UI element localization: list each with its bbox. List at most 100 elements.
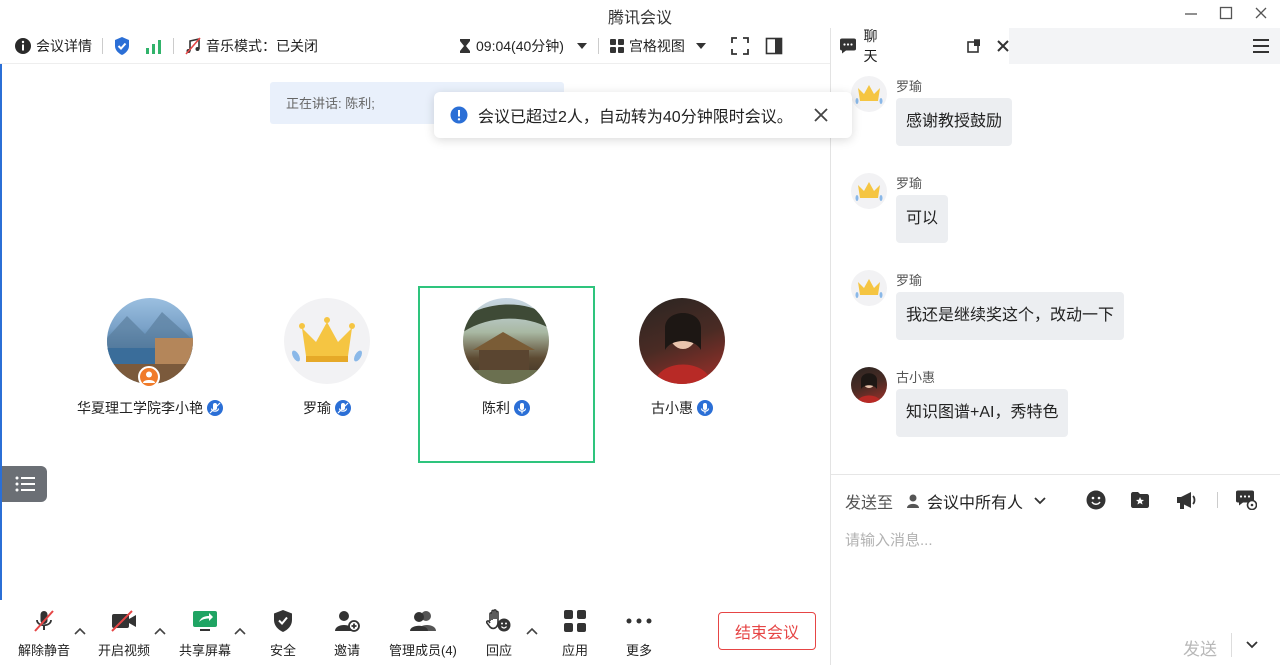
- unmute-button[interactable]: 解除静音: [18, 608, 70, 659]
- list-icon: [15, 476, 35, 492]
- announcement-button[interactable]: [1175, 489, 1197, 511]
- manage-members-button[interactable]: 管理成员(4): [389, 608, 457, 659]
- member-list-toggle[interactable]: [2, 466, 47, 502]
- toolbar-divider: [173, 37, 174, 54]
- fullscreen-button[interactable]: [731, 36, 749, 55]
- camera-off-icon: [111, 610, 136, 632]
- chat-message-input[interactable]: [845, 527, 1265, 553]
- crown-avatar-icon: [855, 279, 883, 298]
- chat-bubble-icon: [840, 38, 856, 54]
- security-shield-button[interactable]: [113, 36, 131, 56]
- shield-check-icon: [115, 36, 129, 55]
- active-speaker-frame: [418, 286, 595, 463]
- close-icon: [1255, 7, 1267, 19]
- emoji-button[interactable]: [1085, 489, 1107, 511]
- chevron-up-icon: [526, 627, 538, 635]
- file-button[interactable]: [1129, 489, 1151, 511]
- reactions-button[interactable]: 回应: [486, 608, 512, 659]
- timer-label: 09:04(40分钟): [476, 37, 564, 54]
- video-options-caret[interactable]: [154, 624, 166, 638]
- close-icon[interactable]: [813, 107, 829, 123]
- message-bubble: 知识图谱+AI，秀特色: [896, 389, 1069, 437]
- folder-star-icon: [1131, 492, 1149, 508]
- message-bubble: 我还是继续奖这个，改动一下: [896, 292, 1125, 340]
- participant-name-row: 华夏理工学院李小艳: [62, 398, 238, 418]
- portrait-photo-icon: [655, 313, 711, 384]
- raise-hand-icon: [486, 609, 511, 632]
- end-meeting-button[interactable]: 结束会议: [718, 612, 816, 650]
- shield-icon: [274, 610, 292, 632]
- participant-tile[interactable]: 古小惠: [594, 298, 770, 474]
- apps-grid-icon: [564, 610, 586, 632]
- host-badge: [138, 366, 160, 388]
- minimize-icon: [1185, 13, 1197, 15]
- start-video-label: 开启视频: [98, 643, 151, 658]
- sender-avatar: [851, 270, 887, 306]
- reactions-options-caret[interactable]: [526, 624, 538, 638]
- host-person-icon: [143, 371, 155, 383]
- participant-tile[interactable]: 华夏理工学院李小艳: [62, 298, 238, 474]
- invite-label: 邀请: [334, 643, 361, 658]
- chat-settings-button[interactable]: [1235, 489, 1257, 511]
- crown-avatar-icon: [855, 85, 883, 104]
- side-panel-icon: [765, 37, 783, 54]
- meeting-timer[interactable]: 09:04(40分钟): [458, 36, 588, 56]
- sender-avatar: [851, 173, 887, 209]
- send-options-caret[interactable]: [1231, 633, 1271, 657]
- toolbar-divider: [102, 37, 103, 54]
- share-screen-icon: [193, 611, 217, 631]
- members-icon: [409, 611, 436, 631]
- grid-view-icon: [609, 38, 624, 53]
- minimize-button[interactable]: [1176, 2, 1206, 24]
- manage-members-label: 管理成员(4): [389, 643, 457, 658]
- share-screen-button[interactable]: 共享屏幕: [179, 608, 231, 659]
- audio-options-caret[interactable]: [74, 624, 86, 638]
- mic-muted-icon: [34, 610, 54, 632]
- notice-text: 会议已超过2人，自动转为40分钟限时会议。: [478, 109, 793, 126]
- tab-chat[interactable]: 聊天: [831, 28, 1009, 64]
- sidebar-layout-button[interactable]: [765, 37, 783, 55]
- send-to-label: 发送至: [845, 495, 894, 512]
- view-mode-label: 宫格视图: [628, 37, 685, 54]
- participant-avatar: [284, 298, 370, 384]
- send-to-selector[interactable]: 发送至 会议中所有人: [845, 489, 1047, 513]
- chevron-down-icon: [1034, 497, 1046, 505]
- limit-notice-toast: 会议已超过2人，自动转为40分钟限时会议。: [434, 92, 852, 138]
- maximize-icon: [1219, 6, 1233, 20]
- megaphone-icon: [1177, 492, 1196, 509]
- caret-down-icon: [695, 42, 706, 49]
- reactions-label: 回应: [486, 643, 513, 658]
- participant-name-row: 古小惠: [594, 398, 770, 418]
- signal-bars-icon: [146, 39, 161, 54]
- start-video-button[interactable]: 开启视频: [98, 608, 150, 659]
- close-window-button[interactable]: [1246, 2, 1276, 24]
- sender-avatar: [851, 367, 887, 403]
- hamburger-menu-icon[interactable]: [1253, 39, 1269, 53]
- close-icon[interactable]: [996, 39, 1009, 53]
- message-sender: 罗瑜: [896, 176, 923, 191]
- share-options-caret[interactable]: [234, 624, 246, 638]
- music-mode-toggle[interactable]: 音乐模式：已关闭: [184, 36, 318, 56]
- chat-settings-icon: [1236, 490, 1257, 510]
- chevron-down-icon: [1245, 641, 1258, 649]
- apps-label: 应用: [562, 643, 589, 658]
- input-toolbar-divider: [1217, 492, 1218, 508]
- meeting-info-button[interactable]: 会议详情: [14, 36, 92, 56]
- more-button[interactable]: 更多: [626, 608, 652, 659]
- security-button[interactable]: 安全: [270, 608, 296, 659]
- message-sender: 古小惠: [896, 370, 936, 385]
- apps-button[interactable]: 应用: [562, 608, 588, 659]
- network-signal-indicator[interactable]: [145, 38, 163, 54]
- participant-tile[interactable]: 罗瑜: [239, 298, 415, 474]
- mic-active-icon: [697, 400, 713, 416]
- security-label: 安全: [270, 643, 297, 658]
- share-screen-label: 共享屏幕: [179, 643, 232, 658]
- view-mode-dropdown[interactable]: 宫格视图: [609, 36, 707, 56]
- send-button[interactable]: 发送: [1183, 635, 1217, 660]
- chevron-up-icon: [154, 627, 166, 635]
- portrait-photo-icon: [857, 373, 881, 403]
- mic-active-icon: [207, 400, 223, 416]
- invite-button[interactable]: 邀请: [334, 608, 360, 659]
- maximize-button[interactable]: [1211, 2, 1241, 24]
- popout-icon[interactable]: [967, 39, 981, 53]
